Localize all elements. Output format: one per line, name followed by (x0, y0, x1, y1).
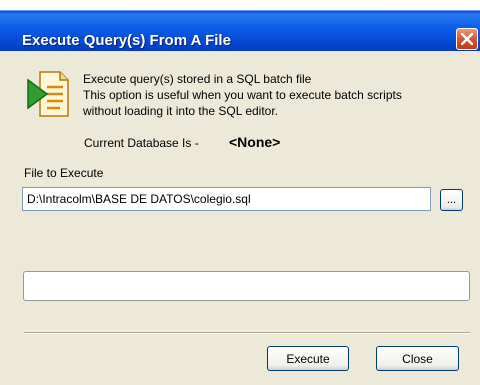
execute-button[interactable]: Execute (267, 346, 349, 371)
current-database-value: <None> (229, 134, 281, 150)
current-database-label: Current Database Is - (84, 136, 199, 150)
close-button[interactable]: Close (376, 346, 459, 371)
title-bar[interactable]: Execute Query(s) From A File (0, 10, 480, 52)
info-line-1: Execute query(s) stored in a SQL batch f… (83, 72, 312, 86)
info-line-2: This option is useful when you want to e… (83, 88, 402, 102)
sql-batch-document-icon (27, 71, 69, 117)
close-window-button[interactable] (456, 28, 478, 50)
execution-progress-bar (23, 271, 470, 301)
close-x-icon (461, 33, 473, 45)
info-line-3: without loading it into the SQL editor. (83, 104, 279, 118)
browse-file-button[interactable]: ... (440, 189, 463, 211)
file-to-execute-label: File to Execute (24, 166, 104, 180)
dialog-title: Execute Query(s) From A File (22, 32, 231, 49)
file-path-input[interactable] (22, 187, 431, 211)
separator-highlight (24, 333, 470, 334)
